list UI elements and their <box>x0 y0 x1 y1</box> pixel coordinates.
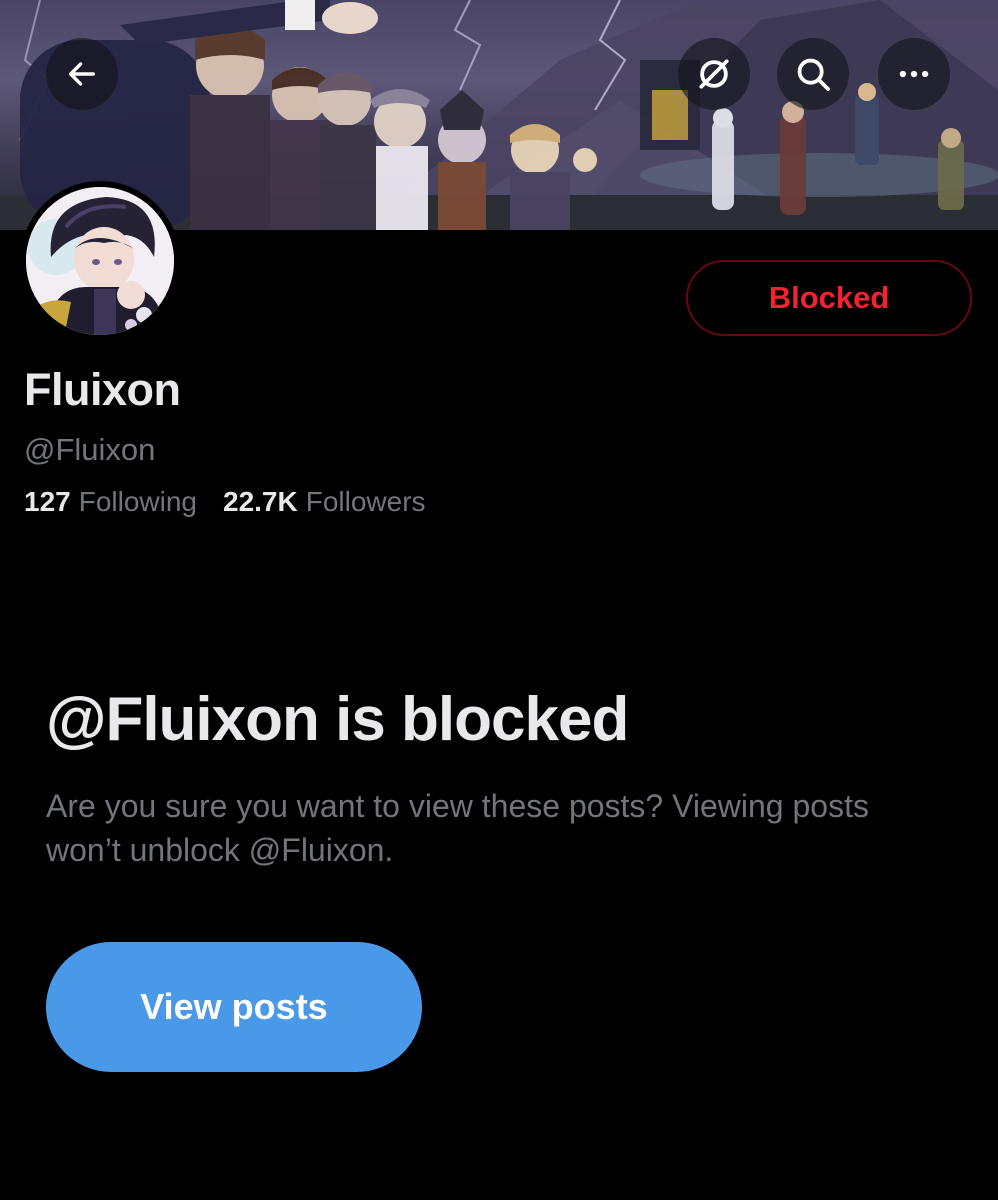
following-link[interactable]: 127 Following <box>24 486 197 518</box>
blocked-description: Are you sure you want to view these post… <box>46 788 869 868</box>
follow-stats: 127 Following 22.7K Followers <box>24 486 426 518</box>
followers-count: 22.7K <box>223 486 298 517</box>
view-posts-button[interactable]: View posts <box>46 942 422 1072</box>
arrow-left-icon <box>68 62 96 86</box>
avatar-image <box>26 187 174 335</box>
followers-label: Followers <box>305 486 426 517</box>
more-options-button[interactable] <box>878 38 950 110</box>
username-handle: @Fluixon <box>24 432 156 467</box>
grok-icon <box>699 59 729 89</box>
blocked-title: @Fluixon is blocked <box>46 685 629 754</box>
banner-artwork <box>0 0 998 230</box>
display-name: Fluixon <box>24 364 181 415</box>
back-button[interactable] <box>46 38 118 110</box>
profile-avatar[interactable] <box>20 181 180 341</box>
followers-link[interactable]: 22.7K Followers <box>223 486 426 518</box>
search-icon <box>797 58 830 91</box>
search-button[interactable] <box>777 38 849 110</box>
grok-button[interactable] <box>678 38 750 110</box>
blocked-button[interactable]: Blocked <box>686 260 972 336</box>
profile-banner[interactable] <box>0 0 998 230</box>
following-label: Following <box>78 486 197 517</box>
following-count: 127 <box>24 486 71 517</box>
more-horizontal-icon <box>899 70 929 78</box>
